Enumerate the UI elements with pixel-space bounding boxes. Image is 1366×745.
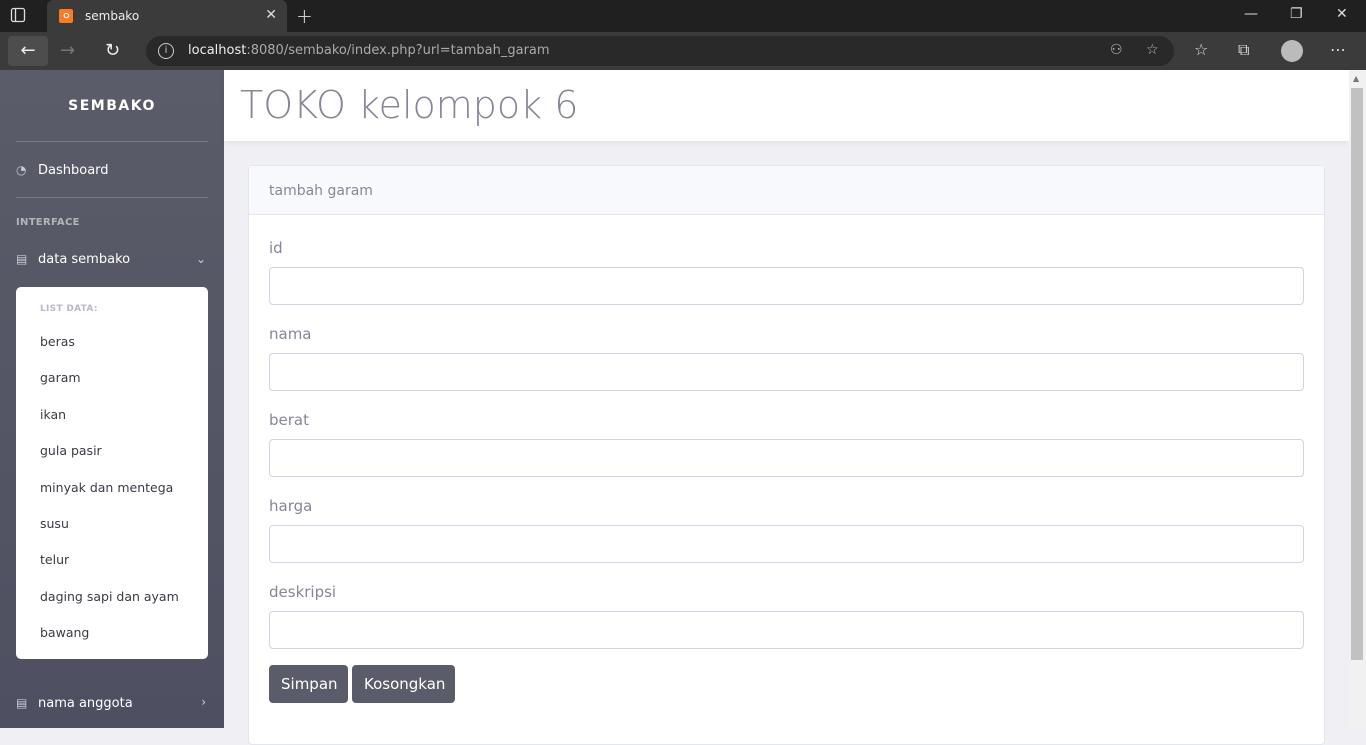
favorites-icon[interactable]: ☆ [1194,40,1208,59]
collapse-heading: LIST DATA: [40,304,98,314]
minimize-icon[interactable]: — [1244,6,1258,22]
nama-field[interactable] [269,353,1304,391]
read-aloud-icon[interactable]: ⚇ [1110,42,1123,58]
sidebar-divider [16,141,208,142]
id-label: id [269,239,283,257]
collections-icon[interactable]: ⧉ [1238,40,1249,60]
collapse-item-daging[interactable]: daging sapi dan ayam [40,589,179,604]
card-title: tambah garam [269,183,373,199]
page-scrollbar[interactable]: ▲ [1349,70,1366,728]
url-text: localhost:8080/sembako/index.php?url=tam… [188,43,550,58]
address-bar[interactable]: i localhost:8080/sembako/index.php?url=t… [146,36,1174,66]
form-card: tambah garam id nama berat harga deskrip… [248,165,1325,745]
page-title: TOKO kelompok 6 [240,83,579,127]
tab-title: sembako [85,9,140,23]
sidebar-divider [16,197,208,198]
collapse-item-bawang[interactable]: bawang [40,625,89,640]
forward-icon[interactable]: → [60,36,84,66]
collapse-item-susu[interactable]: susu [40,516,69,531]
scroll-up-icon[interactable]: ▲ [1353,74,1359,83]
browser-toolbar: ← → ↻ i localhost:8080/sembako/index.php… [0,32,1366,70]
sidebar-item-dashboard[interactable]: ◔ Dashboard [16,163,109,178]
collapse-item-beras[interactable]: beras [40,334,75,349]
collapse-item-gula-pasir[interactable]: gula pasir [40,443,102,458]
collapse-menu: LIST DATA: beras garam ikan gula pasir m… [16,287,208,659]
xampp-favicon-icon: ഠ [59,9,73,23]
collapse-item-garam[interactable]: garam [40,370,81,385]
berat-field[interactable] [269,439,1304,477]
sidebar: SEMBAKO ◔ Dashboard INTERFACE ▤ data semba… [0,70,224,728]
more-options-icon[interactable]: ⋯ [1330,40,1346,59]
collapse-item-ikan[interactable]: ikan [40,407,66,422]
url-host: localhost [188,43,247,58]
back-icon[interactable]: ← [8,36,48,66]
close-window-icon[interactable]: ✕ [1336,6,1348,22]
harga-label: harga [269,497,313,515]
file-icon: ▤ [16,696,28,710]
close-tab-icon[interactable]: ✕ [265,7,277,23]
topbar: TOKO kelompok 6 [224,70,1349,141]
save-button[interactable]: Simpan [269,665,348,703]
sidebar-brand[interactable]: SEMBAKO [0,98,224,114]
url-path: :8080/sembako/index.php?url=tambah_garam [246,43,550,58]
reload-icon[interactable]: ↻ [105,36,129,66]
collapse-item-telur[interactable]: telur [40,552,69,567]
sidebar-item-label: Dashboard [38,163,109,178]
chevron-right-icon: › [201,695,206,709]
new-tab-icon[interactable]: + [296,4,313,28]
site-info-icon[interactable]: i [158,43,174,59]
browser-tab-bar: ഠ sembako ✕ + — ❐ ✕ [0,0,1366,32]
add-favorite-icon[interactable]: ☆ [1146,42,1159,58]
sidebar-item-label: data sembako [38,252,131,267]
reset-button[interactable]: Kosongkan [352,665,455,703]
scroll-thumb[interactable] [1351,88,1363,660]
collapse-item-minyak[interactable]: minyak dan mentega [40,480,173,495]
chevron-down-icon: ⌄ [195,252,206,266]
id-field[interactable] [269,267,1304,305]
restore-icon[interactable]: ❐ [1290,6,1303,22]
dashboard-icon: ◔ [16,163,27,177]
deskripsi-field[interactable] [269,611,1304,649]
harga-field[interactable] [269,525,1304,563]
nama-label: nama [269,325,312,343]
sidebar-item-data-sembako[interactable]: ▤ data sembako [16,252,130,267]
sidebar-item-nama-anggota[interactable]: ▤ nama anggota [16,696,133,711]
card-header: tambah garam [249,166,1324,215]
profile-avatar-icon[interactable] [1281,40,1303,62]
berat-label: berat [269,411,309,429]
sidebar-item-label: nama anggota [38,696,133,711]
deskripsi-label: deskripsi [269,583,337,601]
sidebar-heading: INTERFACE [16,217,80,228]
browser-tab[interactable]: ഠ sembako ✕ [47,0,287,32]
tab-actions-icon[interactable] [10,7,28,25]
file-icon: ▤ [16,252,28,266]
